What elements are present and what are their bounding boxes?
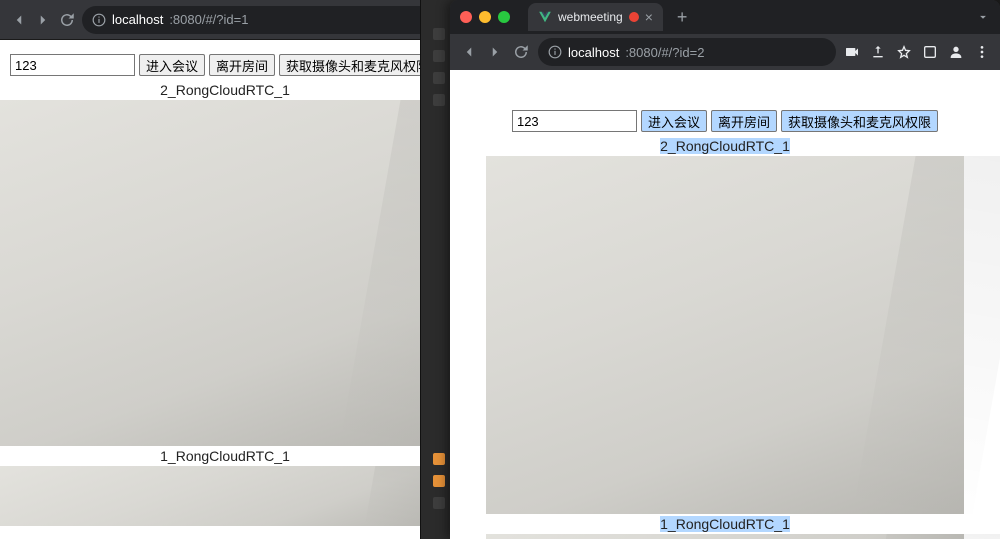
devtools-checkbox[interactable] [433,475,445,487]
title-bar: webmeeting × + [450,0,1000,34]
video-stream-top [0,100,450,446]
share-icon[interactable] [870,44,886,60]
devtools-checkbox[interactable] [433,453,445,465]
devtools-item[interactable] [433,28,445,40]
minimize-icon[interactable] [479,11,491,23]
url-rest: :8080/#/?id=2 [625,45,704,60]
video-stream-top [486,156,964,514]
controls-row: 进入会议 离开房间 获取摄像头和麦克风权限 [486,110,964,136]
stream-label-bottom: 1_RongCloudRTC_1 [486,514,964,534]
maximize-icon[interactable] [498,11,510,23]
video-stream-bottom [0,466,450,526]
info-icon [92,13,106,27]
forward-icon[interactable] [34,11,52,29]
devtools-item[interactable] [433,497,445,509]
room-id-input[interactable] [10,54,135,76]
toolbar-left: localhost :8080/#/?id=1 [0,0,450,40]
forward-icon[interactable] [486,43,504,61]
vue-favicon-icon [538,10,552,24]
reload-icon[interactable] [512,43,530,61]
chevron-down-icon[interactable] [976,10,990,24]
page-content-left: 进入会议 离开房间 获取摄像头和麦克风权限 2_RongCloudRTC_1 1… [0,40,450,539]
window-controls [460,11,510,23]
recording-indicator-icon [629,12,639,22]
info-icon [548,45,562,59]
extensions-icon[interactable] [922,44,938,60]
devtools-item[interactable] [433,94,445,106]
url-host: localhost [568,45,619,60]
page-content-right: 进入会议 离开房间 获取摄像头和麦克风权限 2_RongCloudRTC_1 1… [450,70,1000,539]
new-tab-button[interactable]: + [677,7,688,28]
devtools-item[interactable] [433,50,445,62]
profile-icon[interactable] [948,44,964,60]
join-meeting-button[interactable]: 进入会议 [641,110,707,132]
tab-title: webmeeting [558,10,623,24]
address-bar-right[interactable]: localhost :8080/#/?id=2 [538,38,836,66]
get-media-permissions-button[interactable]: 获取摄像头和麦克风权限 [279,54,436,76]
url-host: localhost [112,12,163,27]
leave-room-button[interactable]: 离开房间 [209,54,275,76]
toolbar-right: localhost :8080/#/?id=2 [450,34,1000,70]
extension-icons [844,44,990,60]
video-stream-bottom [486,534,964,539]
get-media-permissions-button[interactable]: 获取摄像头和麦克风权限 [781,110,938,132]
join-meeting-button[interactable]: 进入会议 [139,54,205,76]
url-rest: :8080/#/?id=1 [169,12,248,27]
leave-room-button[interactable]: 离开房间 [711,110,777,132]
back-icon[interactable] [460,43,478,61]
address-bar-left[interactable]: localhost :8080/#/?id=1 [82,6,440,34]
room-id-input[interactable] [512,110,637,132]
devtools-item[interactable] [433,72,445,84]
controls-row: 进入会议 离开房间 获取摄像头和麦克风权限 [0,40,450,80]
menu-icon[interactable] [974,44,990,60]
close-icon[interactable] [460,11,472,23]
reload-icon[interactable] [58,11,76,29]
browser-window-right: webmeeting × + localhost :8080/#/?id=2 进入… [450,0,1000,539]
stream-label-bottom: 1_RongCloudRTC_1 [0,446,450,466]
star-icon[interactable] [896,44,912,60]
stream-label-top: 2_RongCloudRTC_1 [0,80,450,100]
stream-label-top: 2_RongCloudRTC_1 [486,136,964,156]
camera-icon[interactable] [844,44,860,60]
browser-tab[interactable]: webmeeting × [528,3,663,31]
back-icon[interactable] [10,11,28,29]
tab-close-icon[interactable]: × [645,10,653,24]
browser-window-left: localhost :8080/#/?id=1 进入会议 离开房间 获取摄像头和麦… [0,0,450,539]
